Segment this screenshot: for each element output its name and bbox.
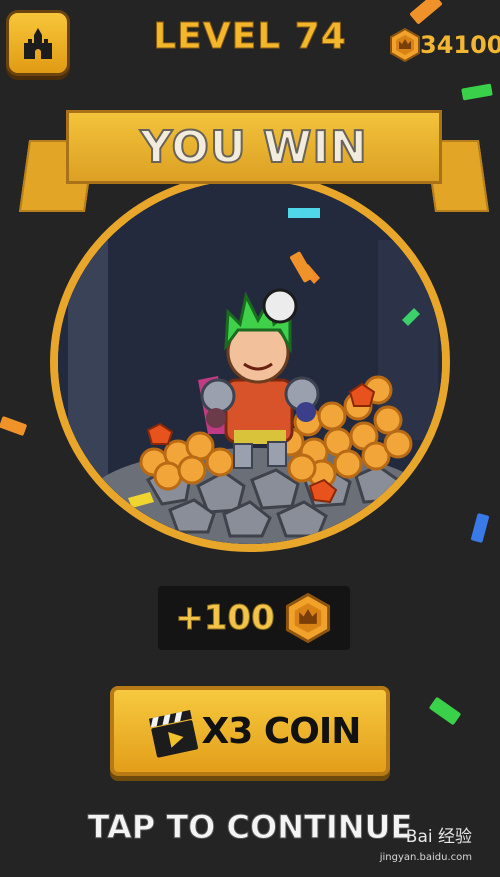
win-title: YOU WIN (139, 121, 368, 174)
castle-icon (24, 28, 52, 59)
win-banner: YOU WIN (66, 110, 442, 184)
confetti-piece (409, 0, 443, 25)
reward-amount: +100 (175, 598, 275, 639)
reward-amount-box: +100 (158, 586, 350, 650)
coin-balance: 34100 (388, 26, 500, 64)
crown-coin-icon (390, 28, 420, 62)
triple-coin-label: X3 COIN (201, 710, 362, 752)
confetti-piece (428, 696, 462, 726)
watermark-logo: Bai 经验 (405, 827, 472, 847)
watermark-url: jingyan.baidu.com (379, 852, 472, 863)
hero-reward-illustration (50, 172, 450, 552)
triple-coin-button[interactable]: X3 COIN (110, 686, 390, 776)
hero-on-treasure-image (58, 180, 442, 544)
confetti-piece (461, 83, 493, 101)
level-title: LEVEL 74 (153, 16, 347, 58)
crown-coin-icon (285, 593, 330, 643)
confetti-piece (0, 415, 28, 437)
home-button[interactable] (6, 10, 70, 76)
coin-total: 34100 (420, 31, 500, 59)
video-clapper-icon (148, 710, 198, 758)
confetti-piece (470, 512, 490, 544)
